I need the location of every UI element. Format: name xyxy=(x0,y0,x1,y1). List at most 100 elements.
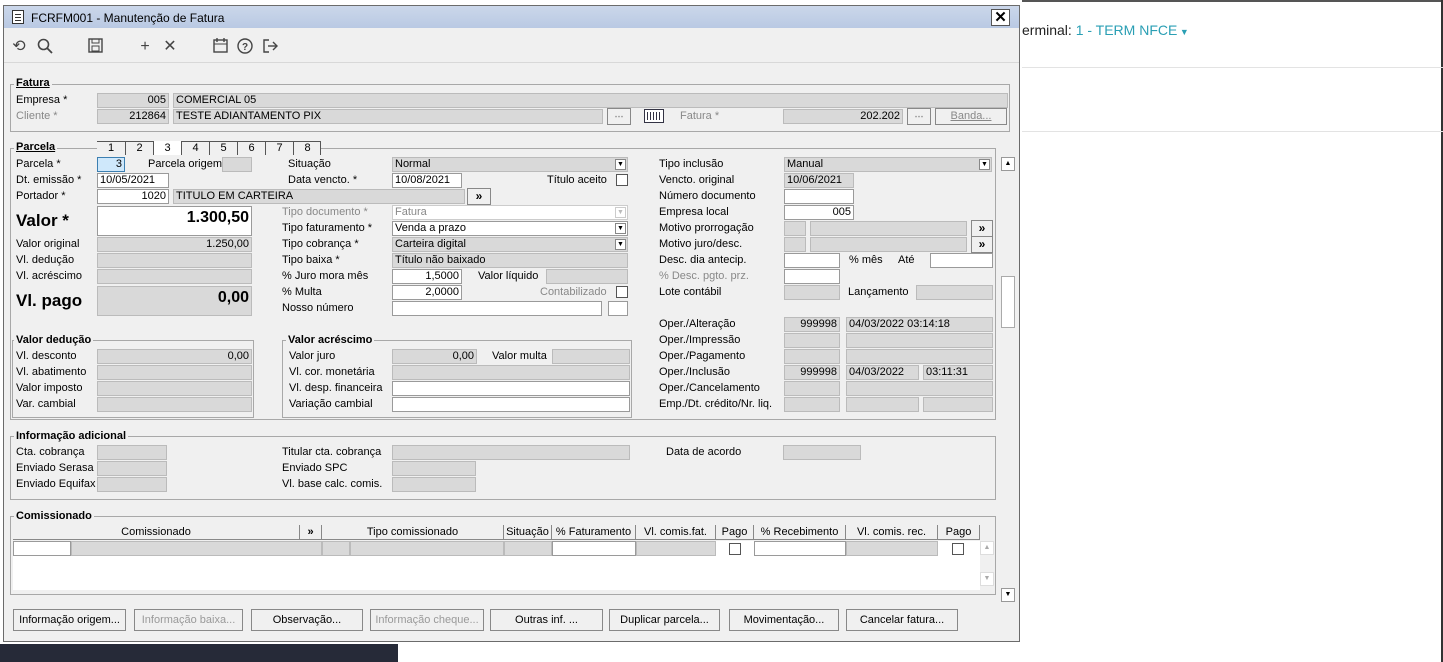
desp-financeira-field[interactable] xyxy=(392,381,630,396)
situacao-select[interactable]: Normal ▼ xyxy=(392,157,628,172)
desc-antecip-field[interactable] xyxy=(784,253,840,268)
prorrog-more-button[interactable]: » xyxy=(971,220,993,237)
scrollbar-thumb[interactable] xyxy=(1001,276,1015,328)
column-header-comissionado[interactable]: Comissionado xyxy=(13,525,300,540)
chevron-down-icon[interactable]: ▼ xyxy=(615,207,626,218)
tab-parcela-1[interactable]: 1 xyxy=(97,141,125,155)
scroll-down-icon[interactable]: ▼ xyxy=(1001,588,1015,602)
juro-desc-more-button[interactable]: » xyxy=(971,236,993,253)
informacao-cheque-button[interactable]: Informação cheque... xyxy=(370,609,484,631)
banda-button[interactable]: Banda... xyxy=(935,108,1007,125)
parcela-field[interactable]: 3 xyxy=(97,157,125,172)
tipo-incl-select[interactable]: Manual ▼ xyxy=(784,157,992,172)
column-header-pago-rec[interactable]: Pago xyxy=(938,525,980,540)
table-cell[interactable] xyxy=(322,541,350,556)
nosso-field[interactable] xyxy=(392,301,602,316)
tipo-cob-select[interactable]: Carteira digital ▼ xyxy=(392,237,628,252)
fatura-field[interactable]: 202.202 xyxy=(783,109,903,124)
tab-parcela-8[interactable]: 8 xyxy=(293,141,321,155)
form-scrollbar[interactable] xyxy=(999,155,1016,603)
tipo-fat-select[interactable]: Venda a prazo ▼ xyxy=(392,221,628,236)
column-header-more[interactable]: » xyxy=(300,525,322,540)
cliente-code-field[interactable]: 212864 xyxy=(97,109,169,124)
terminal-value[interactable]: 1 - TERM NFCE xyxy=(1076,22,1178,38)
grid-scroll-down-icon[interactable]: ▼ xyxy=(980,572,994,586)
chevron-down-icon[interactable]: ▼ xyxy=(615,159,626,170)
informacao-baixa-button[interactable]: Informação baixa... xyxy=(134,609,243,631)
tab-parcela-3[interactable]: 3 xyxy=(153,141,181,155)
chevron-down-icon[interactable]: ▼ xyxy=(615,239,626,250)
empresa-code-field[interactable]: 005 xyxy=(97,93,169,108)
remove-icon[interactable]: ✕ xyxy=(160,38,180,56)
duplicar-parcela-button[interactable]: Duplicar parcela... xyxy=(609,609,720,631)
column-header-situacao[interactable]: Situação xyxy=(504,525,552,540)
pago-rec-checkbox[interactable] xyxy=(952,543,964,555)
multa-field[interactable]: 2,0000 xyxy=(392,285,462,300)
add-icon[interactable]: + xyxy=(135,38,155,56)
tab-parcela-7[interactable]: 7 xyxy=(265,141,293,155)
calendar-button-icon[interactable] xyxy=(644,109,664,123)
calendar-icon[interactable] xyxy=(210,38,230,56)
serasa-field xyxy=(97,461,167,476)
column-header-pago[interactable]: Pago xyxy=(716,525,754,540)
column-header-comis-fat[interactable]: Vl. comis.fat. xyxy=(636,525,716,540)
tab-parcela-6[interactable]: 6 xyxy=(237,141,265,155)
portador-more-button[interactable]: » xyxy=(467,188,491,205)
tipo-doc-select[interactable]: Fatura ▼ xyxy=(392,205,628,220)
num-doc-field[interactable] xyxy=(784,189,854,204)
cambial-label: Var. cambial xyxy=(16,398,76,410)
informacao-origem-button[interactable]: Informação origem... xyxy=(13,609,126,631)
movimentacao-button[interactable]: Movimentação... xyxy=(729,609,839,631)
chevron-down-icon[interactable]: ▼ xyxy=(979,159,990,170)
contab-checkbox[interactable] xyxy=(616,286,628,298)
deducao-label: Vl. dedução xyxy=(16,254,75,266)
juro-desc-code-field[interactable] xyxy=(784,237,806,252)
emp-dt-data-field xyxy=(846,397,919,412)
save-icon[interactable] xyxy=(85,38,105,56)
liquido-field xyxy=(546,269,628,284)
serasa-label: Enviado Serasa xyxy=(16,462,94,474)
close-button[interactable]: ✕ xyxy=(991,9,1010,26)
scroll-up-icon[interactable]: ▲ xyxy=(1001,157,1015,171)
cancelar-fatura-button[interactable]: Cancelar fatura... xyxy=(846,609,958,631)
desc-pgto-field[interactable] xyxy=(784,269,840,284)
prorrog-code-field[interactable] xyxy=(784,221,806,236)
tipo-cob-label: Tipo cobrança * xyxy=(282,238,359,250)
variacao-cambial-field[interactable] xyxy=(392,397,630,412)
pago-fat-checkbox[interactable] xyxy=(729,543,741,555)
nosso-dv-field[interactable] xyxy=(608,301,628,316)
help-icon[interactable]: ? xyxy=(235,38,255,56)
table-cell[interactable] xyxy=(754,541,846,556)
table-cell[interactable] xyxy=(13,541,71,556)
empresa-label: Empresa * xyxy=(16,94,68,106)
column-header-tipo[interactable]: Tipo comissionado xyxy=(322,525,504,540)
search-icon[interactable] xyxy=(35,38,55,56)
table-cell[interactable] xyxy=(552,541,636,556)
vencto-field[interactable]: 10/08/2021 xyxy=(392,173,462,188)
observacao-button[interactable]: Observação... xyxy=(251,609,363,631)
cliente-lookup-button[interactable]: ⋯ xyxy=(607,108,631,125)
tab-parcela-2[interactable]: 2 xyxy=(125,141,153,155)
outras-informacoes-button[interactable]: Outras inf. ... xyxy=(490,609,603,631)
info-title: Informação adicional xyxy=(14,430,129,442)
aceito-checkbox[interactable] xyxy=(616,174,628,186)
terminal-selector[interactable]: erminal: 1 - TERM NFCE ▼ xyxy=(1022,22,1189,38)
fatura-lookup-button[interactable]: ⋯ xyxy=(907,108,931,125)
exit-icon[interactable] xyxy=(260,38,280,56)
undo-icon[interactable]: ⟲ xyxy=(9,38,29,56)
valor-field[interactable]: 1.300,50 xyxy=(97,206,252,236)
column-header-faturamento[interactable]: % Faturamento xyxy=(552,525,636,540)
tab-parcela-5[interactable]: 5 xyxy=(209,141,237,155)
juro-field[interactable]: 1,5000 xyxy=(392,269,462,284)
emissao-field[interactable]: 10/05/2021 xyxy=(97,173,169,188)
emp-local-field[interactable]: 005 xyxy=(784,205,854,220)
ate-field[interactable] xyxy=(930,253,993,268)
caret-down-icon[interactable]: ▼ xyxy=(1177,27,1189,37)
column-header-recebimento[interactable]: % Recebimento xyxy=(754,525,846,540)
column-header-comis-rec[interactable]: Vl. comis. rec. xyxy=(846,525,938,540)
tab-parcela-4[interactable]: 4 xyxy=(181,141,209,155)
chevron-down-icon[interactable]: ▼ xyxy=(615,223,626,234)
grid-scroll-up-icon[interactable]: ▲ xyxy=(980,541,994,555)
table-cell xyxy=(350,541,504,556)
portador-code-field[interactable]: 1020 xyxy=(97,189,169,204)
